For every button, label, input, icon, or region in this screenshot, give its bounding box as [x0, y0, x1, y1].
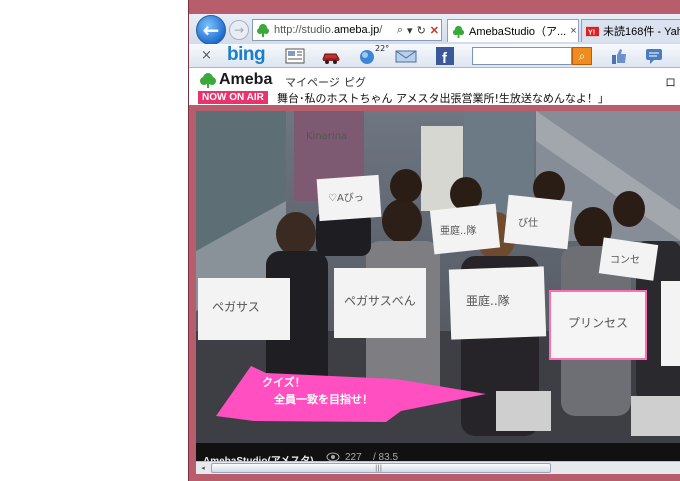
- tab-label: 未読168件 - Yaho: [603, 26, 680, 38]
- news-icon[interactable]: [285, 47, 305, 65]
- ameba-leaf-icon: [200, 73, 216, 88]
- back-arrow-icon: ←: [202, 18, 220, 42]
- bing-toolbar: × bing 22° f ⌕: [189, 44, 680, 68]
- mail-icon[interactable]: [394, 47, 418, 65]
- navigation-bar: ← → http://studio.ameba.jp/ ⌕ ▾ ↻ ✕ Ameb…: [189, 14, 680, 45]
- like-icon[interactable]: [609, 47, 629, 65]
- sign-text: 亜庭..隊: [440, 224, 476, 237]
- forward-button[interactable]: →: [229, 20, 249, 40]
- sign-text: ペガサス: [212, 300, 260, 314]
- scroll-left-icon[interactable]: ◂: [198, 463, 208, 473]
- ameba-logo[interactable]: Ameba: [199, 71, 272, 89]
- sign-text: 亜庭..隊: [466, 293, 510, 308]
- video-frame: Kinarina ♡Aびっ 亜庭..隊 び仕 コンセ ペガサス ペガサスべん 亜…: [196, 111, 680, 443]
- caption-line-1: クイズ！: [262, 375, 306, 389]
- tab-close-icon[interactable]: ×: [570, 25, 576, 37]
- ameba-favicon-icon: [452, 25, 465, 38]
- chat-icon[interactable]: [644, 47, 664, 65]
- sign-text: プリンセス: [568, 316, 628, 330]
- forward-arrow-icon: →: [233, 23, 245, 37]
- facebook-icon[interactable]: f: [435, 47, 455, 65]
- sign-board: [661, 281, 680, 366]
- toolbar-close-icon[interactable]: ×: [201, 48, 212, 63]
- tab-label: AmebaStudio（ア...: [469, 26, 567, 38]
- tab-yahoo-mail[interactable]: Y! 未読168件 - Yaho: [581, 19, 680, 42]
- now-on-air-badge: NOW ON AIR: [198, 91, 268, 104]
- address-bar[interactable]: http://studio.ameba.jp/ ⌕ ▾ ↻ ✕: [252, 19, 442, 41]
- video-player[interactable]: Kinarina ♡Aびっ 亜庭..隊 び仕 コンセ ペガサス ペガサスべん 亜…: [196, 111, 680, 443]
- car-icon[interactable]: [321, 47, 341, 65]
- tab-ameba-studio[interactable]: AmebaStudio（ア... ×: [447, 19, 579, 42]
- bing-logo[interactable]: bing: [227, 44, 266, 66]
- back-button[interactable]: ←: [196, 15, 226, 45]
- scrollbar-grip-icon: |||: [375, 464, 383, 472]
- sign-text: コンセ: [610, 254, 640, 266]
- desktop-blank-area: [0, 0, 188, 481]
- scrollbar-thumb[interactable]: |||: [211, 463, 551, 473]
- caption-line-2: 全員一致を目指せ！: [273, 392, 373, 406]
- yahoo-favicon-icon: Y!: [586, 26, 599, 36]
- toolbar-search-input[interactable]: [472, 47, 572, 65]
- address-search-icon[interactable]: ⌕: [397, 24, 403, 37]
- address-dropdown-icon[interactable]: ▾: [407, 24, 413, 37]
- toolbar-search-button[interactable]: ⌕: [572, 47, 592, 65]
- svg-text:Y!: Y!: [588, 27, 595, 36]
- sign-text: ♡Aびっ: [328, 192, 364, 204]
- horizontal-scrollbar[interactable]: ◂ |||: [196, 461, 680, 474]
- sign-text: ペガサスべん: [344, 294, 416, 308]
- sign-text: び仕: [518, 216, 538, 229]
- ameba-favicon-icon: [257, 24, 269, 37]
- page-header: Ameba マイページ ピグ ログ: [189, 68, 680, 105]
- store-sign: Kinarina: [306, 131, 347, 142]
- url-text: http://studio.ameba.jp/: [274, 24, 383, 36]
- nav-pigg[interactable]: ピグ: [344, 74, 366, 90]
- now-on-air-bar: NOW ON AIR 舞台･私のホストちゃん アメスタ出張営業所!生放送なめんな…: [189, 90, 680, 105]
- program-title[interactable]: 舞台･私のホストちゃん アメスタ出張営業所!生放送なめんなよ！」: [277, 90, 609, 106]
- stop-icon[interactable]: ✕: [430, 24, 439, 37]
- weather-temperature: 22°: [375, 44, 390, 53]
- browser-window: ← → http://studio.ameba.jp/ ⌕ ▾ ↻ ✕ Ameb…: [188, 0, 680, 481]
- sign-board: [503, 194, 573, 250]
- nav-my-page[interactable]: マイページ: [285, 74, 340, 90]
- search-icon: ⌕: [578, 48, 586, 63]
- refresh-icon[interactable]: ↻: [417, 24, 426, 37]
